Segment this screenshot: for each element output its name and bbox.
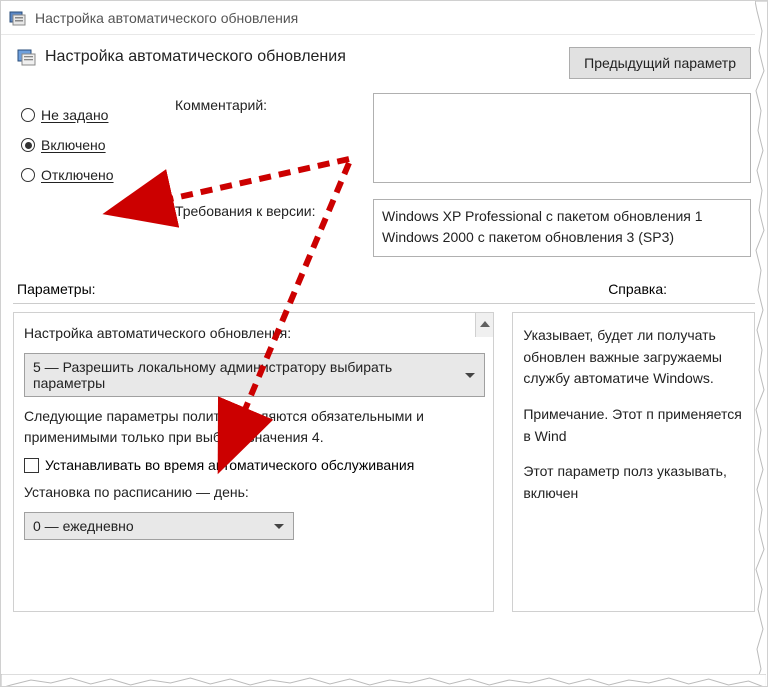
radio-icon [21, 168, 35, 182]
parameters-panel: Настройка автоматического обновления: 5 … [13, 312, 494, 612]
help-paragraph-3: Этот параметр полз указывать, включен [523, 461, 744, 504]
parameters-header: Параметры: [17, 281, 96, 297]
header-left: Настройка автоматического обновления [17, 47, 346, 67]
torn-edge-right [755, 1, 768, 686]
titlebar: Настройка автоматического обновления [1, 1, 767, 35]
radio-enabled-label: Включено [41, 137, 106, 153]
radio-icon [21, 108, 35, 122]
state-radio-group: Не задано Включено Отключено [21, 93, 151, 267]
previous-setting-button[interactable]: Предыдущий параметр [569, 47, 751, 79]
requirements-label: Требования к версии: [175, 199, 357, 219]
requirements-text: Windows XP Professional с пакетом обновл… [373, 199, 751, 257]
parameters-note: Следующие параметры политики являются об… [24, 406, 485, 448]
policy-icon [9, 9, 27, 27]
update-mode-dropdown[interactable]: 5 — Разрешить локальному администратору … [24, 353, 485, 397]
separator [13, 303, 755, 304]
window-title: Настройка автоматического обновления [35, 10, 298, 26]
schedule-day-label: Установка по расписанию — день: [24, 482, 485, 503]
torn-edge-bottom [1, 674, 767, 687]
radio-disabled[interactable]: Отключено [21, 167, 151, 183]
requirements-row: Требования к версии: Windows XP Professi… [175, 199, 751, 257]
radio-enabled[interactable]: Включено [21, 137, 151, 153]
policy-item-icon [17, 47, 37, 67]
help-panel: Указывает, будет ли получать обновлен ва… [512, 312, 755, 612]
maintenance-checkbox[interactable] [24, 458, 39, 473]
comment-label: Комментарий: [175, 93, 357, 113]
radio-not-configured-label: Не задано [41, 107, 108, 123]
policy-name: Настройка автоматического обновления [45, 48, 346, 66]
help-paragraph-1: Указывает, будет ли получать обновлен ва… [523, 325, 744, 390]
schedule-day-value: 0 — ежедневно [33, 518, 134, 534]
help-paragraph-2: Примечание. Этот п применяется в Wind [523, 404, 744, 447]
scroll-up-icon[interactable] [475, 313, 493, 337]
comment-row: Комментарий: [175, 93, 751, 183]
state-and-fields: Не задано Включено Отключено Комментарий… [1, 89, 767, 267]
schedule-day-dropdown[interactable]: 0 — ежедневно [24, 512, 294, 540]
update-mode-value: 5 — Разрешить локальному администратору … [33, 359, 392, 391]
fields-column: Комментарий: Требования к версии: Window… [175, 93, 751, 267]
radio-disabled-label: Отключено [41, 167, 114, 183]
radio-icon [21, 138, 35, 152]
parameters-heading: Настройка автоматического обновления: [24, 323, 485, 344]
comment-input[interactable] [373, 93, 751, 183]
header: Настройка автоматического обновления Пре… [1, 35, 767, 89]
policy-editor-window: Настройка автоматического обновления Нас… [0, 0, 768, 687]
help-header: Справка: [608, 281, 667, 297]
maintenance-checkbox-label: Устанавливать во время автоматического о… [45, 457, 414, 473]
section-headers: Параметры: Справка: [1, 267, 767, 303]
radio-not-configured[interactable]: Не задано [21, 107, 151, 123]
maintenance-checkbox-row: Устанавливать во время автоматического о… [24, 457, 485, 473]
bottom-panels: Настройка автоматического обновления: 5 … [1, 312, 767, 612]
